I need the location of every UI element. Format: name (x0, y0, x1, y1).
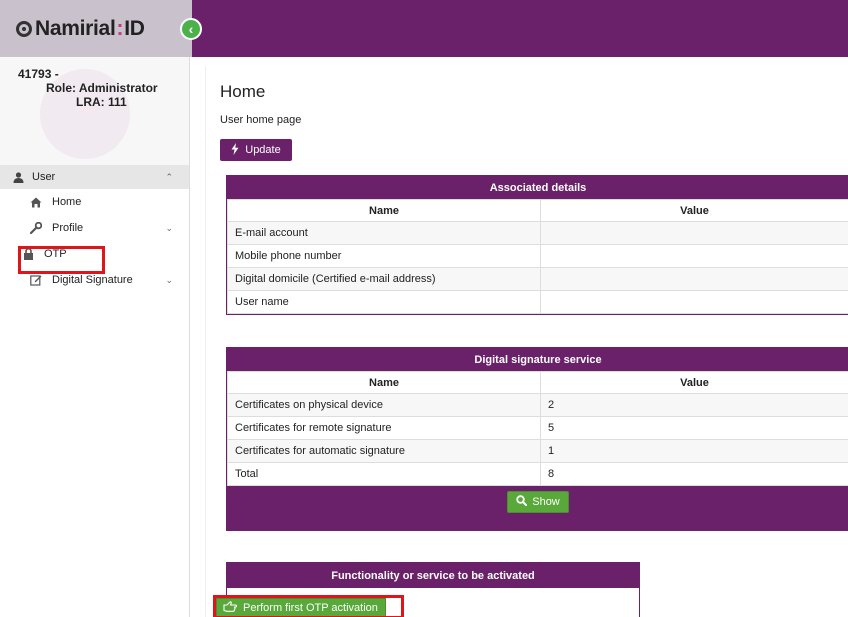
chevron-left-icon: ‹ (188, 21, 194, 37)
logo[interactable]: Namirial: ID (0, 0, 192, 57)
row-name: Total (227, 462, 541, 486)
sidebar-item-label: Home (52, 196, 82, 208)
sidebar-item-profile[interactable]: Profile ⌄ (0, 215, 189, 241)
row-name: User name (227, 290, 541, 314)
row-value: 1 (540, 439, 848, 463)
bolt-icon (231, 142, 239, 158)
chevron-up-icon: ⌃ (165, 171, 173, 182)
row-value (540, 267, 848, 291)
row-name: E-mail account (227, 221, 541, 245)
row-name: Certificates for automatic signature (227, 439, 541, 463)
row-name: Mobile phone number (227, 244, 541, 268)
column-header-value: Value (540, 199, 848, 222)
user-profile-card: 41793 - Role: Administrator LRA: 111 (0, 57, 189, 165)
row-name: Digital domicile (Certified e-mail addre… (227, 267, 541, 291)
page-title: Home (220, 82, 266, 101)
page-subtitle: User home page (220, 114, 302, 126)
row-name: Certificates on physical device (227, 393, 541, 417)
show-button[interactable]: Show (507, 491, 569, 513)
sidebar-item-label: Digital Signature (52, 274, 133, 286)
sidebar-section-label: User (32, 171, 56, 183)
table-row: User name (227, 290, 848, 314)
digital-signature-footer: Show (227, 486, 848, 530)
sidebar-item-home[interactable]: Home (0, 189, 189, 215)
row-value: 2 (540, 393, 848, 417)
edit-icon (30, 274, 42, 286)
table-row: Digital domicile (Certified e-mail addre… (227, 267, 848, 291)
row-value: 5 (540, 416, 848, 440)
table-row: Mobile phone number (227, 244, 848, 268)
logo-mark-icon (16, 20, 32, 37)
row-value: 8 (540, 462, 848, 486)
logo-text: Namirial: ID (16, 17, 145, 41)
digital-signature-table: Name Value Certificates on physical devi… (227, 371, 848, 486)
associated-details-table: Name Value E-mail account Mobile phone n… (227, 199, 848, 314)
table-row: E-mail account (227, 221, 848, 245)
functionality-header: Functionality or service to be activated (227, 563, 639, 588)
column-header-name: Name (227, 199, 541, 222)
sidebar-collapse-button[interactable]: ‹ (180, 18, 202, 40)
sidebar-item-label: Profile (52, 222, 84, 234)
otp-highlight-box (18, 246, 105, 274)
logo-colon: : (116, 16, 124, 40)
search-icon (516, 495, 528, 509)
table-row: Certificates for automatic signature 1 (227, 439, 848, 463)
user-role: Role: Administrator (46, 81, 158, 95)
home-icon (30, 197, 42, 208)
logo-suffix: ID (124, 16, 145, 40)
column-header-name: Name (227, 371, 541, 394)
table-row: Certificates for remote signature 5 (227, 416, 848, 440)
activate-highlight-box (213, 595, 404, 617)
update-button-label: Update (245, 144, 281, 156)
associated-details-header: Associated details (227, 176, 848, 199)
user-id: 41793 - (18, 67, 59, 81)
user-lra: LRA: 111 (76, 95, 127, 109)
show-button-label: Show (532, 496, 560, 508)
row-name: Certificates for remote signature (227, 416, 541, 440)
wrench-icon (30, 222, 42, 234)
sidebar-section-user[interactable]: User ⌃ (0, 165, 189, 189)
table-row: Total 8 (227, 462, 848, 486)
digital-signature-header: Digital signature service (227, 348, 848, 371)
row-value (540, 221, 848, 245)
row-value (540, 290, 848, 314)
digital-signature-panel: Digital signature service Name Value Cer… (226, 347, 848, 531)
logo-word: Namirial (35, 16, 116, 40)
chevron-down-icon: ⌄ (165, 222, 173, 233)
main-content: Home User home page Update Associated de… (205, 66, 848, 617)
row-value (540, 244, 848, 268)
column-header-value: Value (540, 371, 848, 394)
chevron-down-icon: ⌄ (165, 274, 173, 285)
table-row: Certificates on physical device 2 (227, 393, 848, 417)
sidebar: 41793 - Role: Administrator LRA: 111 Use… (0, 57, 190, 617)
update-button[interactable]: Update (220, 139, 292, 161)
user-icon (12, 171, 24, 183)
associated-details-panel: Associated details Name Value E-mail acc… (226, 175, 848, 315)
